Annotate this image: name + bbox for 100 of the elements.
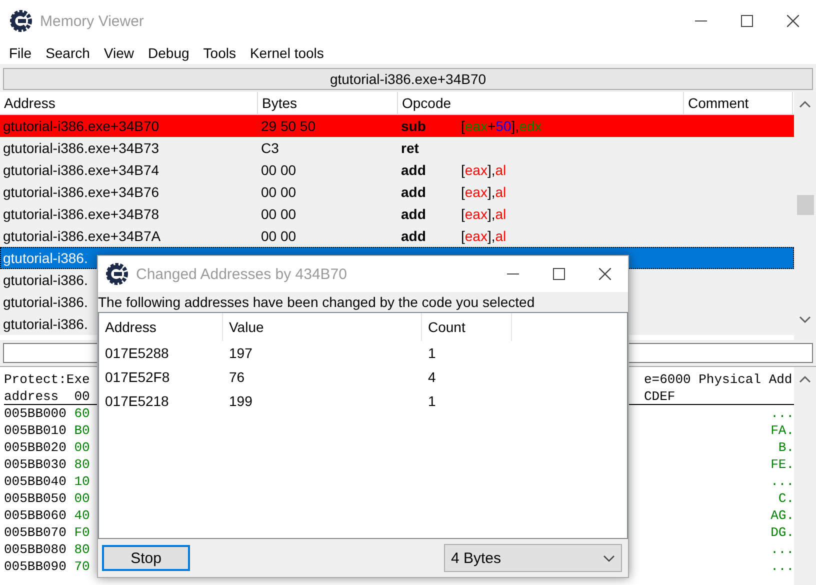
hex-address: 005BB040 bbox=[4, 473, 68, 490]
scroll-down-icon bbox=[799, 315, 811, 324]
hex-bytes: 80 bbox=[74, 456, 90, 473]
close-icon bbox=[787, 15, 799, 27]
column-header[interactable]: Bytes bbox=[258, 92, 398, 114]
list-cell-text: 017E5218 bbox=[104, 393, 170, 409]
ascii-text: DG. bbox=[770, 524, 794, 541]
column-header[interactable]: Count bbox=[422, 313, 512, 341]
stop-button[interactable]: Stop bbox=[102, 545, 190, 571]
maximize-icon bbox=[741, 15, 753, 27]
menu-item[interactable]: View bbox=[96, 45, 142, 61]
address-cell: gtutorial-i386.exe+34B73 bbox=[3, 140, 160, 156]
ascii-text: ... bbox=[770, 558, 794, 575]
ascii-text: FA. bbox=[770, 422, 794, 439]
hex-address: 005BB010 bbox=[4, 422, 68, 439]
dialog-title: Changed Addresses by 434B70 bbox=[136, 266, 348, 282]
hex-address: 005BB050 bbox=[4, 490, 68, 507]
scrollbar-thumb[interactable] bbox=[796, 195, 814, 215]
scroll-up-icon bbox=[799, 375, 811, 384]
list-cell-text: 199 bbox=[228, 393, 254, 409]
ascii-text: AG. bbox=[770, 507, 794, 524]
address-cell: gtutorial-i386.exe+34B78 bbox=[3, 206, 160, 222]
ascii-text: ... bbox=[770, 473, 794, 490]
operand-cell: [eax+50],edx bbox=[461, 118, 542, 134]
operand-cell: [eax],al bbox=[461, 162, 506, 178]
list-cell-text: 4 bbox=[427, 369, 437, 385]
bytes-cell: 00 00 bbox=[261, 228, 296, 244]
hex-address: 005BB000 bbox=[4, 405, 68, 422]
bytes-cell: 29 50 50 bbox=[261, 118, 316, 134]
column-header[interactable]: Value bbox=[223, 313, 422, 341]
address-cell: gtutorial-i386.exe+34B74 bbox=[3, 162, 160, 178]
hex-bytes: 60 bbox=[74, 405, 90, 422]
hex-address: 005BB080 bbox=[4, 541, 68, 558]
protection-info: Protect:Exe bbox=[4, 371, 90, 388]
hex-bytes: 00 bbox=[74, 490, 90, 507]
breakpoint-row[interactable]: gtutorial-i386.exe+34B70 29 50 50 sub [eax+50],edx bbox=[0, 115, 794, 137]
ascii-text: ... bbox=[770, 405, 794, 422]
table-row[interactable]: gtutorial-i386.exe+34B76 00 00 add [eax],al bbox=[0, 181, 794, 203]
opcode-cell: add bbox=[401, 162, 426, 178]
address-cell: gtutorial-i386. bbox=[3, 316, 88, 332]
hex-bytes: 00 bbox=[74, 439, 90, 456]
ascii-text: B. bbox=[777, 439, 794, 456]
list-cell-text: 1 bbox=[427, 345, 437, 361]
opcode-cell: add bbox=[401, 184, 426, 200]
opcode-cell: add bbox=[401, 228, 426, 244]
ascii-text: ... bbox=[770, 541, 794, 558]
hex-address: 005BB020 bbox=[4, 439, 68, 456]
gear-logo-icon bbox=[10, 10, 32, 32]
menu-item[interactable]: Kernel tools bbox=[242, 45, 331, 61]
operand-cell: [eax],al bbox=[461, 184, 506, 200]
column-header: address 00 bbox=[4, 388, 90, 405]
column-header[interactable]: Comment bbox=[684, 92, 793, 114]
list-cell-text: 197 bbox=[228, 345, 254, 361]
address-bar: gtutorial-i386.exe+34B70 bbox=[3, 68, 813, 90]
opcode-cell: add bbox=[401, 206, 426, 222]
table-row[interactable]: gtutorial-i386.exe+34B78 00 00 add [eax],al bbox=[0, 203, 794, 225]
bytes-cell: 00 00 bbox=[261, 206, 296, 222]
message-text: The following addresses have been changed by the code you selected bbox=[98, 293, 536, 312]
menu-item[interactable]: File bbox=[2, 45, 39, 61]
table-row[interactable]: gtutorial-i386.exe+34B7A 00 00 add [eax],al bbox=[0, 225, 794, 247]
operand-cell: [eax],al bbox=[461, 228, 506, 244]
list-cell-text: 017E5288 bbox=[104, 345, 170, 361]
hex-bytes: 70 bbox=[74, 558, 90, 575]
bytes-cell: C3 bbox=[261, 140, 279, 156]
hex-bytes: B0 bbox=[74, 422, 90, 439]
address-cell: gtutorial-i386.exe+34B76 bbox=[3, 184, 160, 200]
address-cell: gtutorial-i386. bbox=[3, 294, 88, 310]
bytes-cell: 00 00 bbox=[261, 162, 296, 178]
maximize-icon bbox=[553, 268, 565, 280]
list-cell-text: 017E52F8 bbox=[104, 369, 171, 385]
list-cell-text: 76 bbox=[228, 369, 246, 385]
window-title: Memory Viewer bbox=[40, 12, 145, 30]
hex-address: 005BB090 bbox=[4, 558, 68, 575]
address-cell: gtutorial-i386.exe+34B7A bbox=[3, 228, 161, 244]
hex-address: 005BB030 bbox=[4, 456, 68, 473]
menu-item[interactable]: Tools bbox=[196, 45, 243, 61]
column-header[interactable]: Address bbox=[0, 92, 258, 114]
ascii-text: FE. bbox=[770, 456, 794, 473]
hex-bytes: 80 bbox=[74, 541, 90, 558]
list-cell-text: 1 bbox=[427, 393, 437, 409]
close-icon bbox=[599, 268, 611, 280]
table-row[interactable]: gtutorial-i386.exe+34B73 C3 ret bbox=[0, 137, 794, 159]
gear-logo-icon bbox=[106, 263, 128, 285]
bytes-cell: 00 00 bbox=[261, 184, 296, 200]
hex-bytes: 40 bbox=[74, 507, 90, 524]
column-header[interactable]: Address bbox=[99, 313, 223, 341]
opcode-cell: sub bbox=[401, 118, 426, 134]
ascii-text: C. bbox=[777, 490, 794, 507]
hex-bytes: F0 bbox=[74, 524, 90, 541]
hex-address: 005BB060 bbox=[4, 507, 68, 524]
column-header[interactable]: Opcode bbox=[398, 92, 684, 114]
dropdown-caret-icon bbox=[603, 554, 615, 562]
address-cell: gtutorial-i386. bbox=[3, 250, 88, 266]
table-row[interactable]: gtutorial-i386.exe+34B74 00 00 add [eax],al bbox=[0, 159, 794, 181]
hex-bytes: 10 bbox=[74, 473, 90, 490]
size-dropdown[interactable]: 4 Bytes bbox=[444, 544, 622, 572]
address-cell: gtutorial-i386.exe+34B70 bbox=[3, 118, 160, 134]
menu-item[interactable]: Search bbox=[38, 45, 97, 61]
scroll-up-icon bbox=[799, 100, 811, 109]
menu-item[interactable]: Debug bbox=[141, 45, 196, 61]
